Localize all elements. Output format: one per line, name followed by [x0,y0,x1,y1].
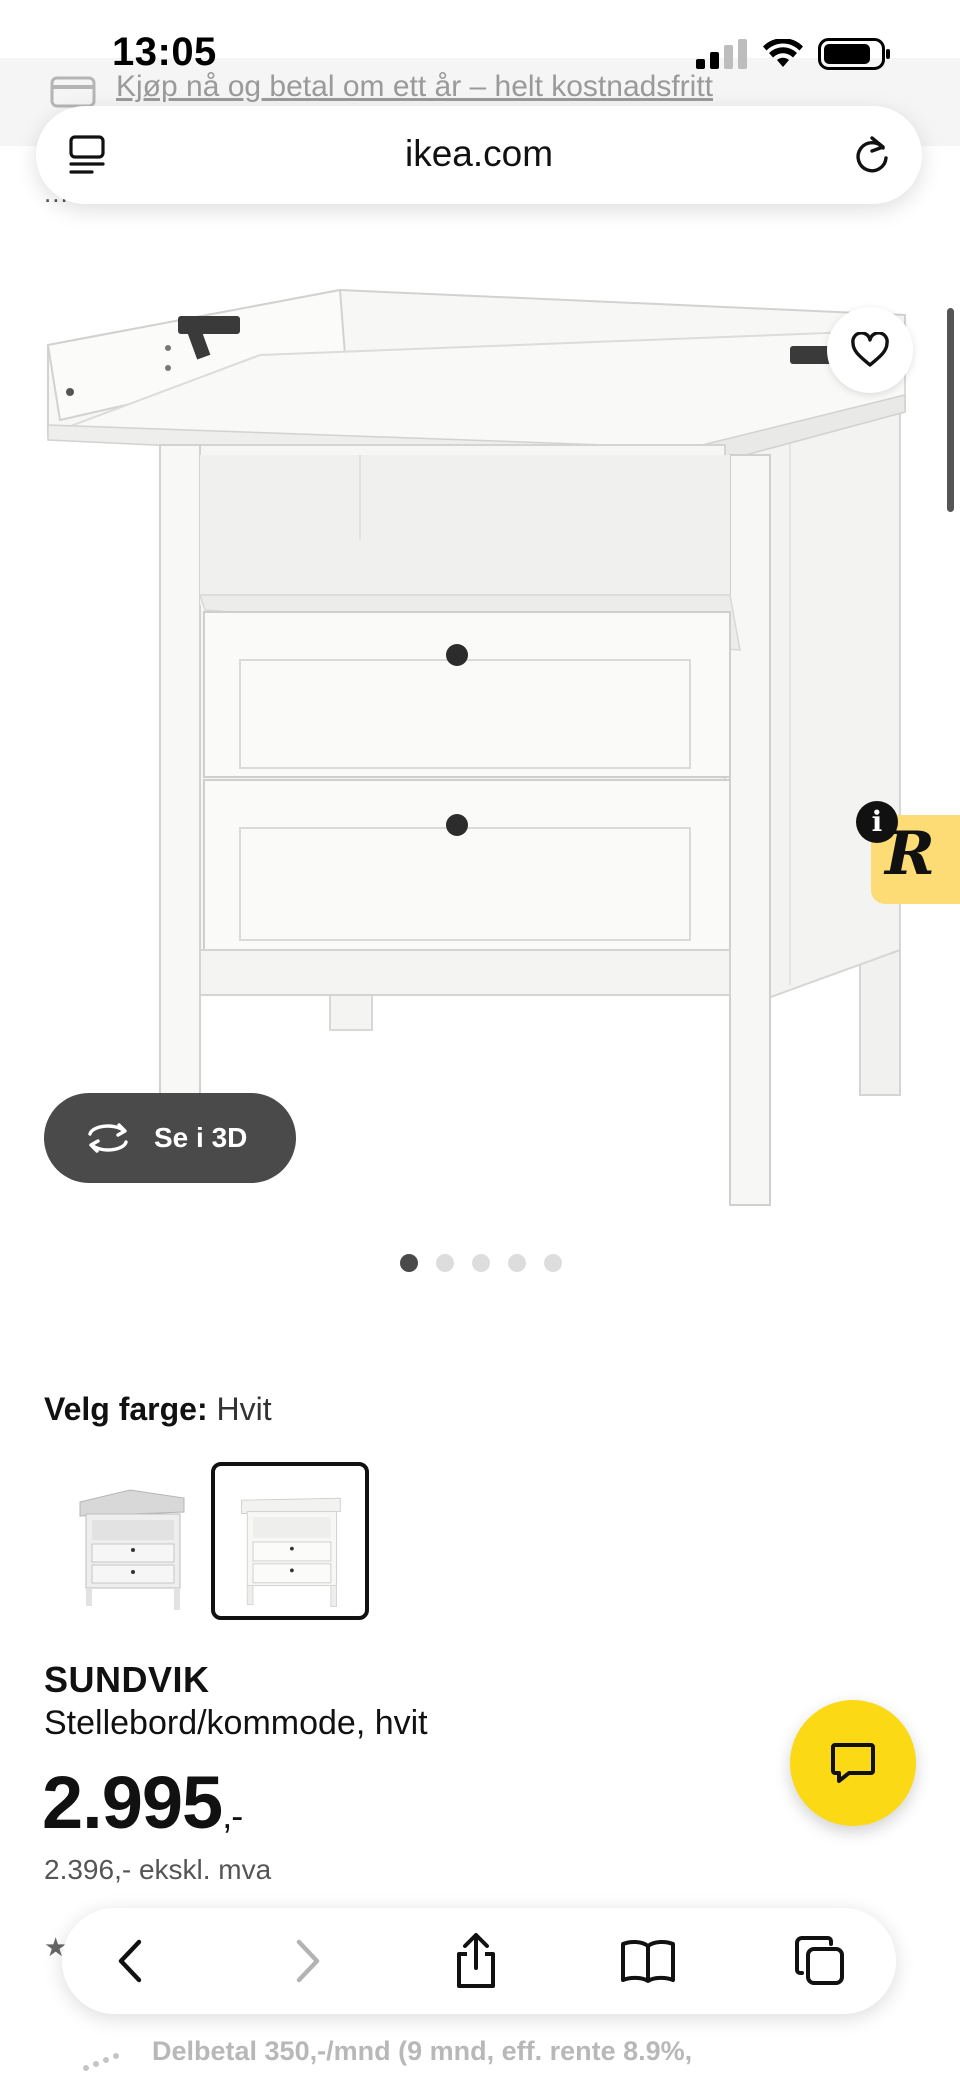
address-bar[interactable]: ikea.com [36,106,922,204]
back-button[interactable] [100,1931,160,1991]
forward-button[interactable] [278,1931,338,1991]
see-in-3d-label: Se i 3D [154,1122,248,1153]
credit-card-icon [50,76,96,108]
product-brand: SUNDVIK [44,1659,210,1700]
gallery-dot[interactable] [472,1254,490,1272]
installment-icon [83,2053,119,2071]
bookmarks-button[interactable] [618,1931,678,1991]
see-in-3d-button[interactable]: Se i 3D [44,1093,296,1183]
info-icon[interactable]: i [856,801,898,843]
gallery-dot[interactable] [400,1254,418,1272]
share-icon [457,1933,495,1988]
gallery-pagination [400,1254,562,1272]
rotate-3d-icon [88,1123,128,1153]
heart-icon [851,332,889,367]
chevron-right-icon [296,1939,320,1983]
financing-text[interactable]: Delbetal 350,-/mnd (9 mnd, eff. rente 8.… [152,2036,692,2067]
status-bar: 13:05 [0,0,960,78]
product-price: 2.995,- [42,1760,243,1845]
color-swatch-white[interactable] [211,1462,369,1620]
gallery-dot[interactable] [544,1254,562,1272]
signal-icon [696,39,747,69]
chat-button[interactable] [790,1700,916,1826]
status-icons [696,38,892,70]
color-label: Velg farge: [44,1391,208,1427]
swatch-thumbnail-image [241,1497,341,1607]
reload-icon[interactable] [852,132,892,176]
gallery-dot[interactable] [436,1254,454,1272]
product-description: Stellebord/kommode, hvit [44,1704,428,1742]
color-picker-label: Velg farge: Hvit [44,1391,272,1428]
product-gallery[interactable]: Se i 3D [0,212,960,1252]
color-swatch-grey[interactable] [52,1462,210,1620]
tabs-button[interactable] [790,1931,850,1991]
price-suffix: ,- [222,1795,243,1836]
book-icon [621,1939,675,1983]
price-excl-vat: 2.396,- ekskl. mva [44,1854,272,1885]
chevron-left-icon [118,1939,142,1983]
url-text[interactable]: ikea.com [36,133,922,175]
battery-icon [818,38,890,70]
status-time: 13:05 [112,30,217,74]
browser-toolbar [62,1908,896,2014]
tabs-icon [795,1936,844,1985]
page-scrollbar[interactable] [947,308,954,512]
swatch-thumbnail-image [79,1489,185,1610]
color-selected-value: Hvit [216,1391,272,1427]
share-button[interactable] [446,1931,506,1991]
chat-bubble-icon [831,1743,875,1783]
wifi-icon [763,39,803,67]
gallery-dot[interactable] [508,1254,526,1272]
favorite-button[interactable] [827,307,913,393]
price-main: 2.995 [42,1761,223,1844]
